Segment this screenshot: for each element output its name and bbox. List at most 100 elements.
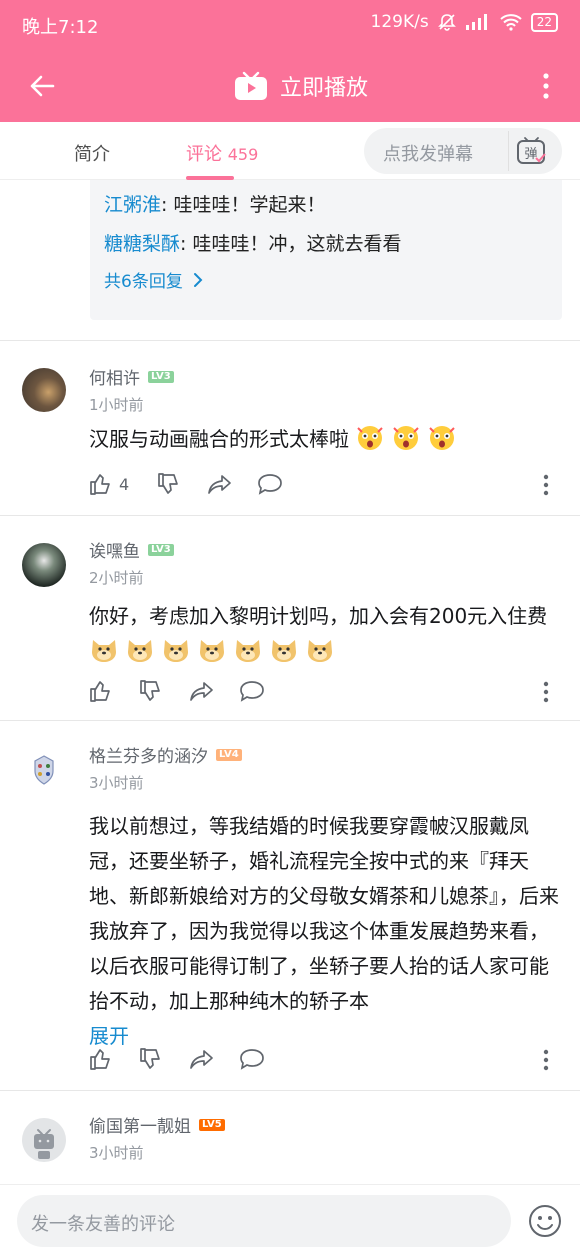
comment-time: 3小时前: [89, 1144, 144, 1162]
status-time: 晚上7:12: [22, 17, 99, 38]
share-arrow-icon: [208, 475, 231, 494]
share-button[interactable]: [207, 472, 233, 496]
comment-more-button[interactable]: [543, 681, 549, 707]
share-arrow-icon: [190, 1050, 213, 1069]
avatar[interactable]: [22, 368, 66, 412]
comment-username[interactable]: 何相许 LV3: [89, 364, 174, 389]
doge-emoji-icon: [128, 640, 152, 662]
truncated-reply: [104, 180, 110, 190]
comment-text-body: 我以前想过，等我结婚的时候我要穿霞帔汉服戴凤冠，还要坐轿子，婚礼流程完全按中式的…: [89, 814, 559, 1013]
comment-time: 3小时前: [89, 774, 144, 792]
doge-emoji-icon: [164, 640, 188, 662]
comment-username[interactable]: 格兰芬多的涵汐 LV4: [89, 742, 242, 767]
like-count: 4: [119, 474, 130, 494]
page-title: 立即播放: [280, 76, 369, 101]
play-now-button[interactable]: 立即播放: [234, 66, 368, 106]
network-speed: 129K/s: [370, 12, 429, 32]
avatar[interactable]: [22, 1118, 66, 1162]
comment-actions: [89, 679, 559, 707]
expand-link[interactable]: 展开: [89, 1024, 129, 1048]
comment-more-button[interactable]: [543, 474, 549, 500]
shocked-emoji-icon: [393, 426, 420, 450]
sub-reply-user[interactable]: 糖糖梨酥: [104, 233, 180, 255]
like-button[interactable]: 4: [89, 472, 129, 496]
smiley-icon: [529, 1205, 561, 1237]
comment-text: 我以前想过，等我结婚的时候我要穿霞帔汉服戴凤冠，还要坐轿子，婚礼流程完全按中式的…: [89, 809, 559, 1054]
share-button[interactable]: [189, 679, 215, 703]
doge-emoji-icon: [308, 640, 332, 662]
arrow-left-icon: [30, 75, 55, 97]
app-bar: 立即播放: [0, 50, 580, 122]
more-options-button[interactable]: [528, 66, 564, 106]
crest-avatar-icon: [34, 755, 54, 785]
tab-intro[interactable]: 简介: [74, 140, 110, 166]
username-text: 偷国第一靓姐: [89, 1117, 191, 1137]
thumbs-down-icon: [158, 473, 178, 494]
doge-emoji-icon: [272, 640, 296, 662]
battery-indicator: 22: [530, 12, 558, 32]
like-button[interactable]: [89, 679, 113, 703]
shocked-emoji-icon: [429, 426, 456, 450]
comment-list[interactable]: 江粥淮: 哇哇哇！学起来！ 糖糖梨酥: 哇哇哇！冲，这就去看看 共6条回复 何相…: [0, 180, 580, 1184]
sub-reply-text: : 哇哇哇！冲，这就去看看: [180, 233, 402, 255]
back-button[interactable]: [22, 66, 62, 106]
comment-item: 偷国第一靓姐 LV5 3小时前: [0, 1090, 580, 1184]
comment-bottom-bar: 发一条友善的评论: [0, 1184, 580, 1257]
vertical-dots-icon: [543, 681, 549, 703]
speech-bubble-icon: [240, 1049, 264, 1070]
cellular-signal-icon: [465, 14, 487, 30]
speech-bubble-icon: [240, 681, 264, 702]
vertical-dots-icon: [543, 73, 549, 99]
status-icons: 129K/s 22: [371, 12, 558, 32]
comment-more-button[interactable]: [543, 1049, 549, 1075]
danmaku-toggle-button[interactable]: 弹: [508, 131, 554, 171]
svg-text:弹: 弹: [524, 147, 537, 162]
sub-reply-box[interactable]: 江粥淮: 哇哇哇！学起来！ 糖糖梨酥: 哇哇哇！冲，这就去看看 共6条回复: [90, 180, 562, 320]
comment-input[interactable]: 发一条友善的评论: [17, 1195, 511, 1247]
comment-item: 格兰芬多的涵汐 LV4 3小时前 我以前想过，等我结婚的时候我要穿霞帔汉服戴凤冠，…: [0, 720, 580, 1090]
sub-reply-user[interactable]: 江粥淮: [104, 194, 161, 216]
danmaku-placeholder: 点我发弹幕: [383, 144, 473, 165]
danmaku-icon: 弹: [516, 137, 546, 164]
username-text: 诶嘿鱼: [89, 542, 140, 562]
vertical-dots-icon: [543, 1049, 549, 1071]
reply-button[interactable]: [239, 679, 265, 703]
chevron-right-icon: [193, 272, 203, 287]
dislike-button[interactable]: [139, 1047, 163, 1071]
comment-username[interactable]: 偷国第一靓姐 LV5: [89, 1112, 225, 1137]
username-text: 格兰芬多的涵汐: [89, 747, 208, 767]
thumbs-up-icon: [90, 474, 110, 495]
comment-actions: [89, 1047, 559, 1075]
thumbs-up-icon: [90, 681, 110, 702]
username-text: 何相许: [89, 369, 140, 389]
comment-time: 1小时前: [89, 396, 144, 414]
emoji-button[interactable]: [528, 1204, 562, 1238]
comment-item: 何相许 LV3 1小时前 汉服与动画融合的形式太棒啦 4: [0, 340, 580, 515]
shocked-emoji-icon: [357, 426, 384, 450]
danmaku-input[interactable]: 点我发弹幕 弹: [364, 128, 562, 174]
reply-button[interactable]: [239, 1047, 265, 1071]
sub-reply-item[interactable]: 江粥淮: 哇哇哇！学起来！: [104, 190, 325, 217]
share-button[interactable]: [189, 1047, 215, 1071]
sub-reply-item[interactable]: 糖糖梨酥: 哇哇哇！冲，这就去看看: [104, 229, 401, 256]
comment-text-body: 汉服与动画融合的形式太棒啦: [89, 427, 349, 451]
view-all-replies-link[interactable]: 共6条回复: [104, 267, 203, 292]
avatar[interactable]: [22, 543, 66, 587]
dislike-button[interactable]: [157, 472, 181, 496]
tv-play-icon: [235, 71, 267, 100]
comment-item: 诶嘿鱼 LV3 2小时前 你好，考虑加入黎明计划吗，加入会有200元入住费: [0, 515, 580, 720]
comment-username[interactable]: 诶嘿鱼 LV3: [89, 537, 174, 562]
comment-text: 汉服与动画融合的形式太棒啦: [89, 422, 559, 457]
avatar[interactable]: [22, 748, 66, 792]
reply-button[interactable]: [257, 472, 283, 496]
comment-text-body: 你好，考虑加入黎明计划吗，加入会有200元入住费: [89, 604, 548, 628]
like-button[interactable]: [89, 1047, 113, 1071]
wifi-icon: [500, 14, 522, 31]
level-badge: LV3: [148, 370, 174, 383]
view-all-replies-label: 共6条回复: [104, 272, 183, 292]
status-bar: 晚上7:12 129K/s 22: [0, 0, 580, 50]
dislike-button[interactable]: [139, 679, 163, 703]
doge-emoji-icon: [236, 640, 260, 662]
tab-comments[interactable]: 评论 459: [186, 140, 258, 166]
thumbs-up-icon: [90, 1049, 110, 1070]
